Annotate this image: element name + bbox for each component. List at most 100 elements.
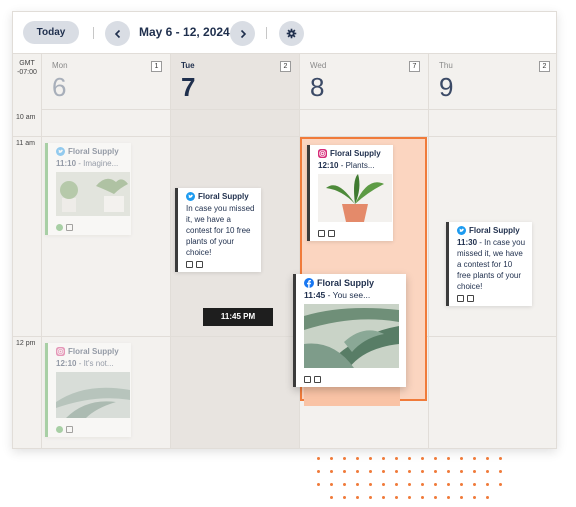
decorative-dot — [395, 470, 398, 473]
calendar-window: Today May 6 - 12, 2024 GMT -07:00 10 am 1… — [12, 11, 557, 449]
post-preview: 11:10 - Imagine... — [56, 159, 119, 168]
decorative-dot — [473, 496, 476, 499]
decorative-dot — [460, 483, 463, 486]
post-preview: 12:10 - Plants... — [318, 161, 375, 170]
gear-icon — [286, 28, 297, 39]
chevron-right-icon — [240, 29, 246, 38]
twitter-icon — [457, 226, 466, 235]
decorative-dot — [460, 496, 463, 499]
decorative-dot — [460, 470, 463, 473]
decorative-dot — [317, 457, 320, 460]
decorative-dot — [369, 496, 372, 499]
decorative-dot — [447, 496, 450, 499]
decorative-dot — [473, 470, 476, 473]
post-image — [56, 172, 130, 216]
notes-icon — [186, 261, 193, 268]
post-tools — [186, 261, 255, 268]
decorative-dot — [421, 457, 424, 460]
post-account: Floral Supply — [186, 192, 255, 201]
decorative-dot — [317, 483, 320, 486]
decorative-dot — [343, 496, 346, 499]
decorative-dot — [421, 483, 424, 486]
approved-icon — [56, 426, 63, 433]
post-card[interactable]: Floral Supply In case you missed it, we … — [175, 188, 261, 272]
decorative-dot — [447, 457, 450, 460]
day-header-mon: Mon 6 1 — [42, 54, 170, 110]
hour-line — [13, 336, 556, 337]
decorative-dot — [486, 470, 489, 473]
decorative-dot — [408, 457, 411, 460]
decorative-dot — [343, 470, 346, 473]
day-number: 7 — [181, 72, 196, 102]
decorative-dot — [486, 457, 489, 460]
decorative-dot — [447, 483, 450, 486]
post-card[interactable]: Floral Supply 11:10 - Imagine... — [45, 143, 131, 235]
post-tools — [56, 224, 125, 231]
calendar-icon — [304, 376, 311, 383]
post-count-badge: 7 — [409, 61, 420, 72]
decorative-dot — [356, 457, 359, 460]
instagram-icon — [318, 149, 327, 158]
time-label-11am: 11 am — [16, 140, 35, 147]
decorative-dot — [486, 483, 489, 486]
post-tools — [56, 426, 125, 433]
notes-icon — [457, 295, 464, 302]
decorative-dot — [330, 470, 333, 473]
divider — [266, 27, 267, 39]
post-preview: In case you missed it, we have a contest… — [186, 204, 255, 257]
decorative-dot — [330, 496, 333, 499]
decorative-dot — [330, 457, 333, 460]
post-card[interactable]: Floral Supply 11:30 - In case you missed… — [446, 222, 532, 306]
time-label-10am: 10 am — [16, 114, 36, 121]
decorative-dot — [356, 496, 359, 499]
image-icon — [196, 261, 203, 268]
day-header-wed: Wed 8 7 — [300, 54, 428, 110]
decorative-dot — [473, 457, 476, 460]
day-number: 6 — [52, 72, 67, 102]
decorative-dot — [382, 483, 385, 486]
day-number: 9 — [439, 72, 454, 102]
decorative-dot — [356, 470, 359, 473]
day-header-thu: Thu 9 2 — [429, 54, 556, 110]
decorative-dot — [356, 483, 359, 486]
prev-week-button[interactable] — [105, 21, 130, 46]
divider — [93, 27, 94, 39]
twitter-icon — [186, 192, 195, 201]
drag-time-tooltip: 11:45 PM — [203, 308, 273, 326]
calendar-toolbar: Today May 6 - 12, 2024 — [13, 12, 556, 54]
post-card[interactable]: Floral Supply 12:10 - It's not... — [45, 343, 131, 437]
decorative-dot — [395, 483, 398, 486]
image-icon — [467, 295, 474, 302]
settings-button[interactable] — [279, 21, 304, 46]
timezone-label: GMT -07:00 — [17, 60, 37, 76]
decorative-dot — [434, 470, 437, 473]
image-icon — [66, 224, 73, 231]
post-tools — [457, 295, 526, 302]
decorative-dot — [434, 496, 437, 499]
next-week-button[interactable] — [230, 21, 255, 46]
decorative-dot — [460, 457, 463, 460]
date-range-label: May 6 - 12, 2024 — [139, 25, 230, 39]
chevron-left-icon — [114, 29, 120, 38]
post-count-badge: 2 — [280, 61, 291, 72]
day-name: Thu — [439, 61, 453, 70]
post-image — [56, 372, 130, 418]
decorative-dot — [382, 470, 385, 473]
decorative-dot — [343, 483, 346, 486]
post-image — [318, 174, 392, 222]
decorative-dot — [473, 483, 476, 486]
facebook-icon — [304, 278, 314, 288]
twitter-icon — [56, 147, 65, 156]
decorative-dot — [408, 470, 411, 473]
post-card[interactable]: Floral Supply 12:10 - Plants... — [307, 145, 393, 241]
decorative-dot — [382, 457, 385, 460]
calendar-icon — [318, 230, 325, 237]
post-account: Floral Supply — [318, 149, 387, 158]
post-preview: 11:30 - In case you missed it, we have a… — [457, 238, 526, 291]
post-card-dragging[interactable]: Floral Supply 11:45 - You see... — [293, 274, 406, 387]
today-button[interactable]: Today — [23, 21, 79, 44]
post-tools — [318, 230, 387, 237]
decorative-dot — [369, 457, 372, 460]
approved-icon — [56, 224, 63, 231]
decorative-dot — [382, 496, 385, 499]
